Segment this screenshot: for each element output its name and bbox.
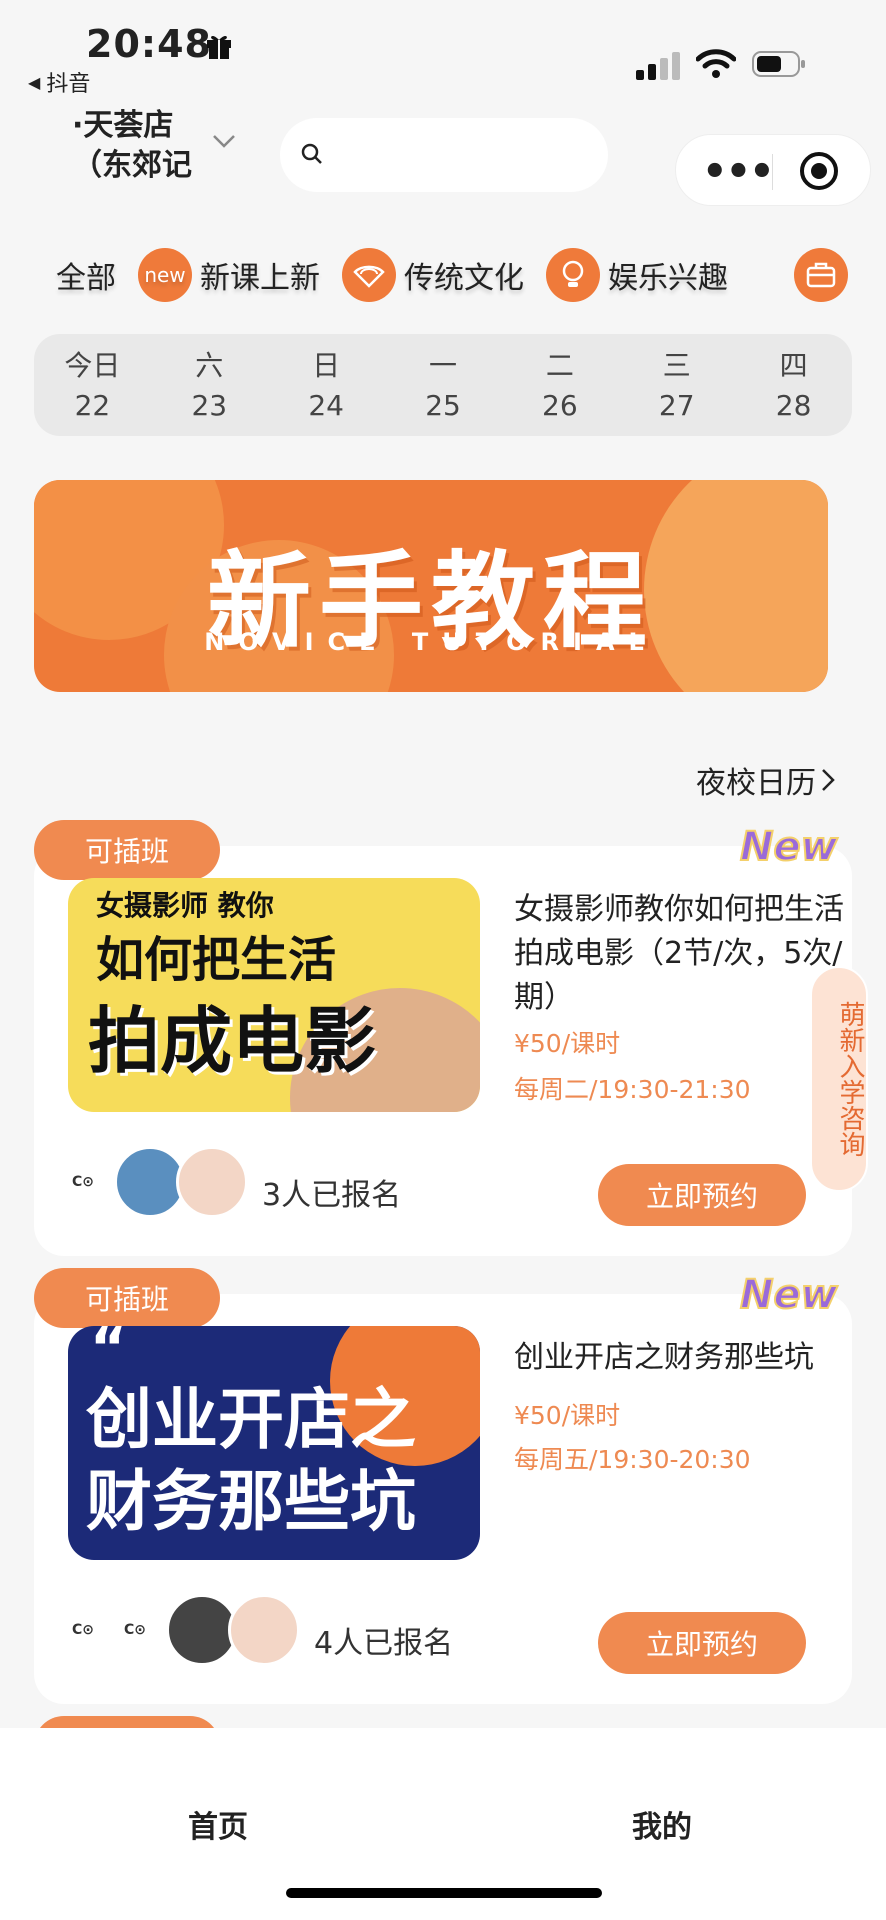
date-weekday: 二 [545,349,574,382]
back-triangle-icon: ◀ [28,72,41,92]
insert-class-badge: 可插班 [34,820,220,880]
thumbnail-text: 财务那些坑 [86,1463,416,1540]
status-time: 20:48 [86,22,212,66]
enrolled-avatars: C⊙ C⊙ 4人已报名 [72,1594,453,1666]
category-new-courses[interactable]: new 新课上新 [138,248,320,302]
thumbnail-text: 如何把生活 [96,932,337,988]
night-school-calendar-link[interactable]: 夜校日历 [696,758,836,802]
cellular-signal-icon [636,52,680,80]
date-item[interactable]: 二 26 [501,334,618,436]
date-item[interactable]: 日 24 [268,334,385,436]
new-tag: New [739,1271,839,1319]
more-icon[interactable]: ••• [702,152,775,192]
date-day: 25 [425,389,461,422]
wifi-icon [696,49,736,78]
date-day: 22 [74,389,111,422]
close-miniprogram-icon[interactable] [798,150,840,192]
date-day: 26 [542,389,578,422]
course-price: ¥50/课时 [514,1401,621,1430]
new-icon: new [138,248,192,302]
gift-icon [207,35,231,59]
date-item[interactable]: 今日 22 [34,334,151,436]
category-entertainment[interactable]: 娱乐兴趣 [546,248,728,302]
banner-subtitle: NOVICE TUTORIAL [204,628,658,656]
course-title[interactable]: 创业开店之财务那些坑 [514,1336,844,1380]
thumbnail-text: 拍成电影 [88,999,377,1083]
fan-icon [342,248,396,302]
date-item[interactable]: 一 25 [385,334,502,436]
thumbnail-text: 女摄影师 教你 [96,889,274,922]
enrolled-avatars: C⊙ 3人已报名 [72,1146,401,1218]
book-now-button[interactable]: 立即预约 [598,1164,806,1226]
date-weekday: 三 [662,349,691,382]
category-all[interactable]: 全部 [56,253,116,297]
battery-icon [752,51,805,77]
search-icon [301,143,322,164]
home-indicator [286,1888,602,1898]
nav-mine[interactable]: 我的 [632,1802,692,1846]
bulb-icon [546,248,600,302]
back-app-label: 抖音 [46,72,91,97]
nav-home[interactable]: 首页 [188,1802,248,1846]
store-selector[interactable]: ·天荟店（东郊记 [72,106,202,186]
date-day: 28 [775,389,812,422]
date-day: 23 [191,389,228,422]
novice-tutorial-banner[interactable]: 新手教程 NOVICE TUTORIAL [34,480,828,692]
newbie-consult-tab[interactable]: 萌新入学咨询 [810,966,868,1192]
insert-class-badge: 可插班 [34,1268,220,1328]
date-day: 24 [308,389,344,422]
date-weekday: 一 [429,349,458,382]
category-traditional-culture[interactable]: 传统文化 [342,248,524,302]
chevron-down-icon[interactable] [212,134,236,148]
date-weekday: 今日 [64,349,121,382]
back-to-app[interactable]: ◀ 抖音 [28,66,90,98]
new-tag: New [739,823,839,871]
course-thumbnail[interactable]: “ 创业开店之 财务那些坑 [68,1326,480,1560]
date-strip: 今日 22 六 23 日 24 一 25 二 26 三 27 四 28 [34,334,852,436]
search-input[interactable] [280,118,608,192]
calendar-link-label: 夜校日历 [696,766,816,801]
enrolled-count: 3人已报名 [262,1178,402,1213]
course-schedule: 每周五/19:30-20:30 [514,1445,751,1474]
date-item[interactable]: 三 27 [618,334,735,436]
date-item[interactable]: 四 28 [735,334,852,436]
date-weekday: 四 [779,349,808,382]
course-price: ¥50/课时 [514,1029,621,1058]
avatar [176,1146,248,1218]
chevron-right-icon [822,769,835,791]
category-label: 全部 [56,261,116,296]
brand-logo-icon: C⊙ [72,1622,95,1638]
course-title[interactable]: 女摄影师教你如何把生活拍成电影（2节/次，5次/期） [514,888,844,1020]
book-now-button[interactable]: 立即预约 [598,1612,806,1674]
avatar [228,1594,300,1666]
capsule-divider [772,154,773,190]
date-day: 27 [658,389,695,422]
category-tabs: 全部 new 新课上新 传统文化 娱乐兴趣 [56,248,728,302]
category-label: 新课上新 [200,261,320,296]
date-item[interactable]: 六 23 [151,334,268,436]
course-thumbnail[interactable]: 女摄影师 教你 如何把生活 拍成电影 [68,878,480,1112]
category-more-briefcase-icon[interactable] [794,248,848,302]
date-weekday: 日 [312,349,341,382]
enrolled-count: 4人已报名 [314,1626,454,1661]
category-label: 传统文化 [404,261,524,296]
course-schedule: 每周二/19:30-21:30 [514,1075,751,1104]
date-weekday: 六 [195,349,224,382]
category-label: 娱乐兴趣 [608,261,728,296]
